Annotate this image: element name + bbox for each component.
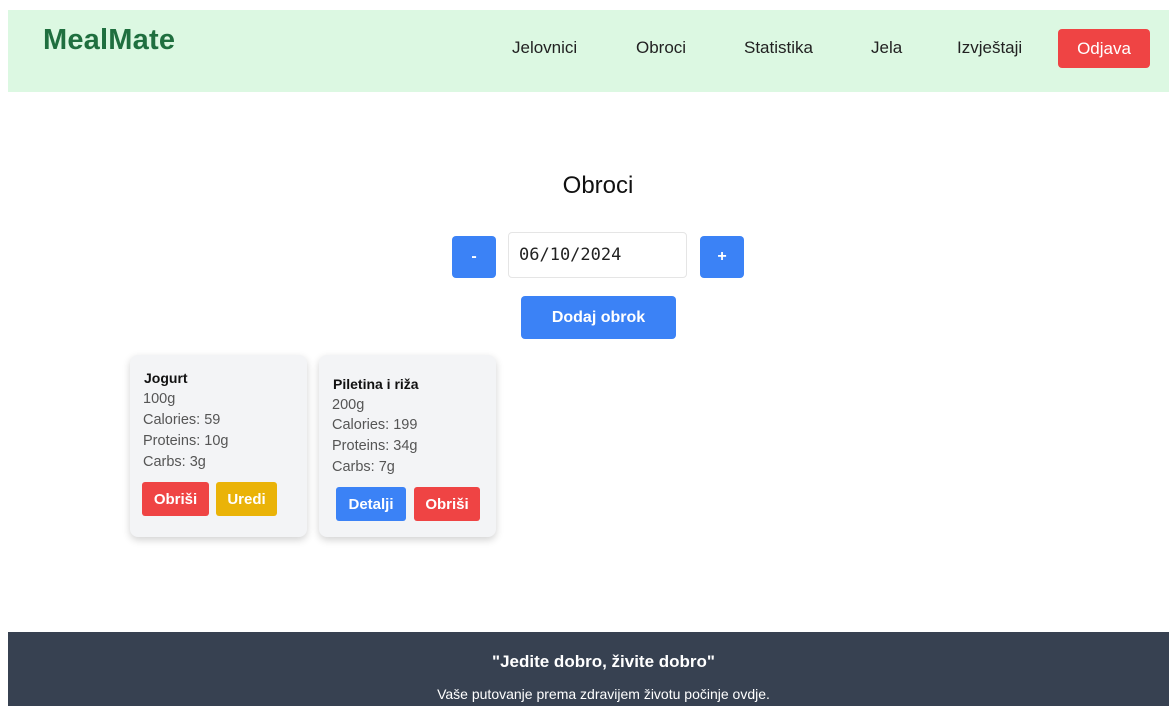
footer-quote: "Jedite dobro, živite dobro" [492, 652, 715, 671]
logout-button[interactable]: Odjava [1058, 29, 1150, 68]
meal-amount: 100g [143, 391, 176, 407]
footer: "Jedite dobro, živite dobro" Vaše putova… [8, 632, 1169, 706]
edit-meal-button[interactable]: Uredi [216, 482, 277, 516]
page-title: Obroci [562, 172, 634, 199]
nav-link-jelovnici[interactable]: Jelovnici [512, 38, 577, 58]
logo[interactable]: MealMate [43, 24, 175, 57]
meal-calories: Calories: 59 [143, 412, 221, 428]
footer-subtitle: Vaše putovanje prema zdravijem životu po… [437, 686, 770, 702]
meal-name: Jogurt [144, 370, 188, 386]
meal-card: Jogurt 100g Calories: 59 Proteins: 10g C… [130, 355, 307, 537]
meal-card: Piletina i riža 200g Calories: 199 Prote… [319, 355, 496, 537]
delete-meal-button[interactable]: Obriši [142, 482, 209, 516]
delete-meal-button[interactable]: Obriši [414, 487, 480, 521]
add-meal-button[interactable]: Dodaj obrok [521, 296, 676, 339]
meal-amount: 200g [332, 397, 365, 413]
meal-proteins: Proteins: 10g [143, 433, 229, 449]
meal-calories: Calories: 199 [332, 417, 418, 433]
meal-proteins: Proteins: 34g [332, 438, 418, 454]
nav-link-statistika[interactable]: Statistika [744, 38, 813, 58]
meal-name: Piletina i riža [333, 376, 419, 392]
meal-carbs: Carbs: 7g [332, 459, 395, 475]
previous-day-button[interactable]: - [452, 236, 496, 278]
nav-link-jela[interactable]: Jela [871, 38, 902, 58]
meal-carbs: Carbs: 3g [143, 454, 206, 470]
nav-link-izvjestaji[interactable]: Izvještaji [957, 38, 1022, 58]
top-navbar: MealMate Jelovnici Obroci Statistika Jel… [8, 10, 1169, 92]
date-input[interactable] [508, 232, 687, 278]
next-day-button[interactable]: + [700, 236, 744, 278]
meal-details-button[interactable]: Detalji [336, 487, 406, 521]
nav-link-obroci[interactable]: Obroci [636, 38, 686, 58]
